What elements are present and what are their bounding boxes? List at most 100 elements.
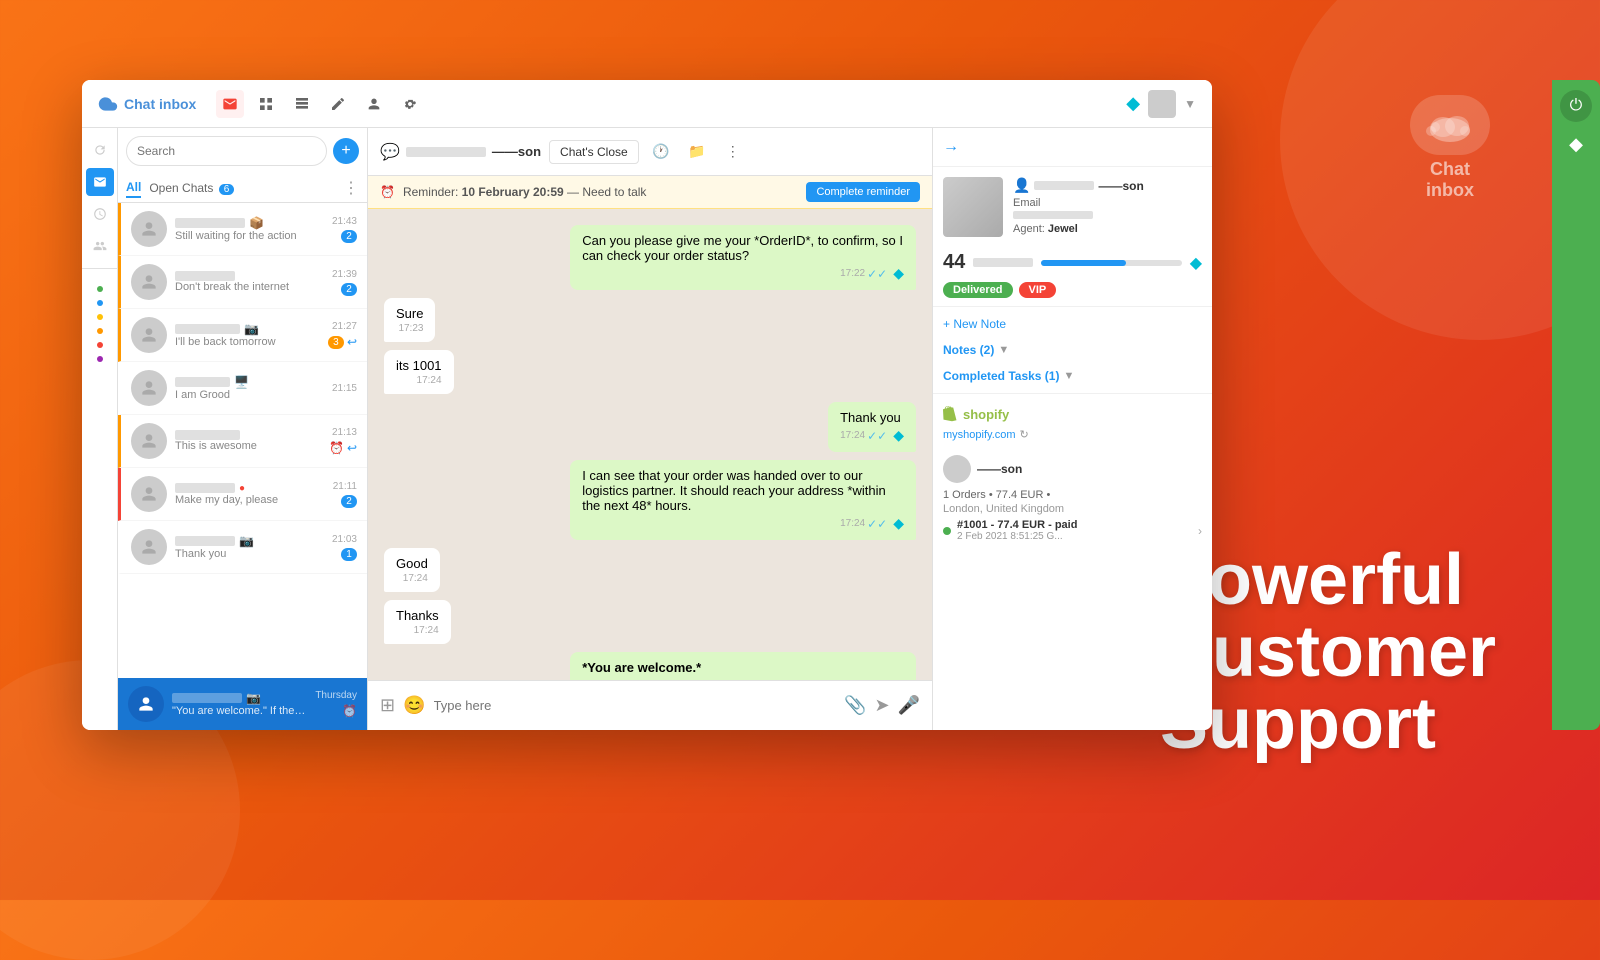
agent-row: Agent: Jewel (1013, 223, 1202, 235)
message-bubble: Sure 17:23 (384, 298, 435, 342)
list-item[interactable]: Don't break the internet 21:39 2 (118, 256, 367, 309)
grid-icon-btn[interactable] (252, 90, 280, 118)
list-item[interactable]: ● Make my day, please 21:11 2 (118, 468, 367, 521)
shopify-domain[interactable]: myshopify.com ↻ (943, 428, 1202, 441)
attachment-icon[interactable]: 📎 (844, 695, 866, 716)
sidebar-icon-inbox[interactable] (86, 168, 114, 196)
message-bubble: *You are welcome.* If there's anything e… (570, 652, 916, 680)
new-note-row[interactable]: + New Note (933, 311, 1212, 337)
refresh-icon[interactable]: ↻ (1020, 428, 1029, 441)
tab-all[interactable]: All (126, 178, 141, 198)
time-label: 21:11 (333, 481, 357, 492)
contact-card: 👤 ——son Email Agent: Jewel (933, 167, 1212, 247)
chat-item-preview: This is awesome (175, 440, 321, 452)
send-icon[interactable]: ➤ (874, 695, 889, 716)
avatar (131, 211, 167, 247)
chevron-down-icon[interactable]: ▼ (1184, 97, 1196, 111)
list-item[interactable]: 📷 Thank you 21:03 1 (118, 521, 367, 574)
app-title: Chat inbox (124, 96, 196, 112)
list-item[interactable]: 📦 Still waiting for the action 21:43 2 (118, 203, 367, 256)
status-dot-orange (97, 328, 103, 334)
user-avatar-small[interactable] (1148, 90, 1176, 118)
order-item[interactable]: #1001 - 77.4 EUR - paid 2 Feb 2021 8:51:… (933, 515, 1212, 546)
far-right-panel: ⏻ ◆ (1552, 80, 1600, 730)
chat-list-panel: + All Open Chats 6 ⋮ (118, 128, 368, 730)
list-item[interactable]: 🖥️ I am Grood 21:15 (118, 362, 367, 415)
chat-close-button[interactable]: Chat's Close (549, 140, 639, 164)
message-text: I can see that your order was handed ove… (582, 468, 904, 513)
chat-item-info: This is awesome (175, 430, 321, 452)
search-input[interactable] (126, 136, 327, 166)
chat-item-time: 21:39 2 (332, 269, 357, 296)
header-icons (216, 90, 424, 118)
status-dot-yellow (97, 314, 103, 320)
domain-text: myshopify.com (943, 429, 1016, 441)
clock-icon-btn[interactable]: 🕐 (647, 138, 675, 166)
chat-item-time: 21:03 1 (332, 534, 357, 561)
unread-badge: 3 (328, 336, 344, 349)
location-text: London, United Kingdom (943, 503, 1202, 515)
order-date: 2 Feb 2021 8:51:25 G... (957, 531, 1077, 542)
sidebar-icon-group[interactable] (86, 232, 114, 260)
chat-item-info: Don't break the internet (175, 271, 324, 293)
chat-item-time: 21:27 3 ↩ (328, 321, 357, 349)
notes-expand-icon: ▼ (998, 344, 1009, 356)
chat-input-bar: ⊞ 😊 📎 ➤ 🎤 (368, 680, 932, 730)
message-bubble: Thanks 17:24 (384, 600, 451, 644)
chat-item-name: 📷 (175, 322, 320, 336)
chat-item-time: 21:43 2 (332, 216, 357, 243)
message-text: Sure (396, 306, 423, 321)
edit-icon-btn[interactable] (324, 90, 352, 118)
emoji-icon[interactable]: 😊 (403, 695, 425, 716)
reminder-icon: ⏰ (380, 185, 395, 199)
unread-badge: 2 (341, 495, 357, 508)
more-options-btn[interactable]: ⋮ (719, 138, 747, 166)
list-item[interactable]: 📷 I'll be back tomorrow 21:27 3 ↩ (118, 309, 367, 362)
sidebar-icon-refresh[interactable] (86, 136, 114, 164)
chat-header-icon-area: 💬 ——son (380, 142, 541, 162)
cloud-icon (1410, 95, 1490, 155)
chat-tab-more[interactable]: ⋮ (343, 178, 359, 198)
chat-item-name (175, 430, 321, 440)
open-chats-badge: 6 (219, 184, 235, 195)
inbox-icon-btn[interactable] (216, 90, 244, 118)
person-icon-btn[interactable] (360, 90, 388, 118)
folder-icon-btn[interactable]: 📁 (683, 138, 711, 166)
complete-reminder-button[interactable]: Complete reminder (806, 182, 920, 202)
expand-icon[interactable]: ⊞ (380, 695, 395, 716)
chat-main: 💬 ——son Chat's Close 🕐 📁 ⋮ ⏰ Reminder: 1… (368, 128, 932, 730)
avatar (131, 264, 167, 300)
delivered-tag[interactable]: Delivered (943, 282, 1013, 298)
notes-row[interactable]: Notes (2) ▼ (933, 337, 1212, 363)
table-icon-btn[interactable] (288, 90, 316, 118)
chat-item-preview: Thank you (175, 548, 324, 560)
contact-id-row (1013, 211, 1202, 219)
vip-tag[interactable]: VIP (1019, 282, 1057, 298)
sidebar-icon-clock[interactable] (86, 200, 114, 228)
voice-icon[interactable]: 🎤 (898, 695, 920, 716)
person-icon: 👤 (1013, 177, 1030, 194)
message-icon: 💬 (380, 142, 400, 162)
power-button[interactable]: ⏻ (1560, 90, 1592, 122)
chat-item-name (175, 271, 324, 281)
message-text-2: If there's anything else I can help with… (582, 679, 904, 680)
app-logo: Chat inbox (98, 94, 196, 114)
notes-label: Notes (2) (943, 343, 994, 357)
chat-main-header: 💬 ——son Chat's Close 🕐 📁 ⋮ (368, 128, 932, 176)
chat-item-name: 🖥️ (175, 375, 324, 389)
active-chat-item[interactable]: 📷 "You are welcome." If there's an... Th… (118, 678, 367, 730)
unread-badge: 1 (341, 548, 357, 561)
chat-item-name: 📷 (175, 534, 324, 548)
list-item[interactable]: This is awesome 21:13 ⏰ ↩ (118, 415, 367, 468)
chat-item-preview: Make my day, please (175, 494, 325, 506)
right-panel-header: → (933, 128, 1212, 167)
settings-icon-btn[interactable] (396, 90, 424, 118)
avatar (131, 423, 167, 459)
message-text: Thank you (840, 410, 904, 425)
time-label: 21:39 (332, 269, 357, 280)
contact-name-row: 👤 ——son (1013, 177, 1202, 194)
chat-input[interactable] (434, 698, 837, 713)
completed-tasks-row[interactable]: Completed Tasks (1) ▼ (933, 363, 1212, 389)
add-chat-button[interactable]: + (333, 138, 359, 164)
tab-open-chats[interactable]: Open Chats 6 (149, 179, 234, 197)
